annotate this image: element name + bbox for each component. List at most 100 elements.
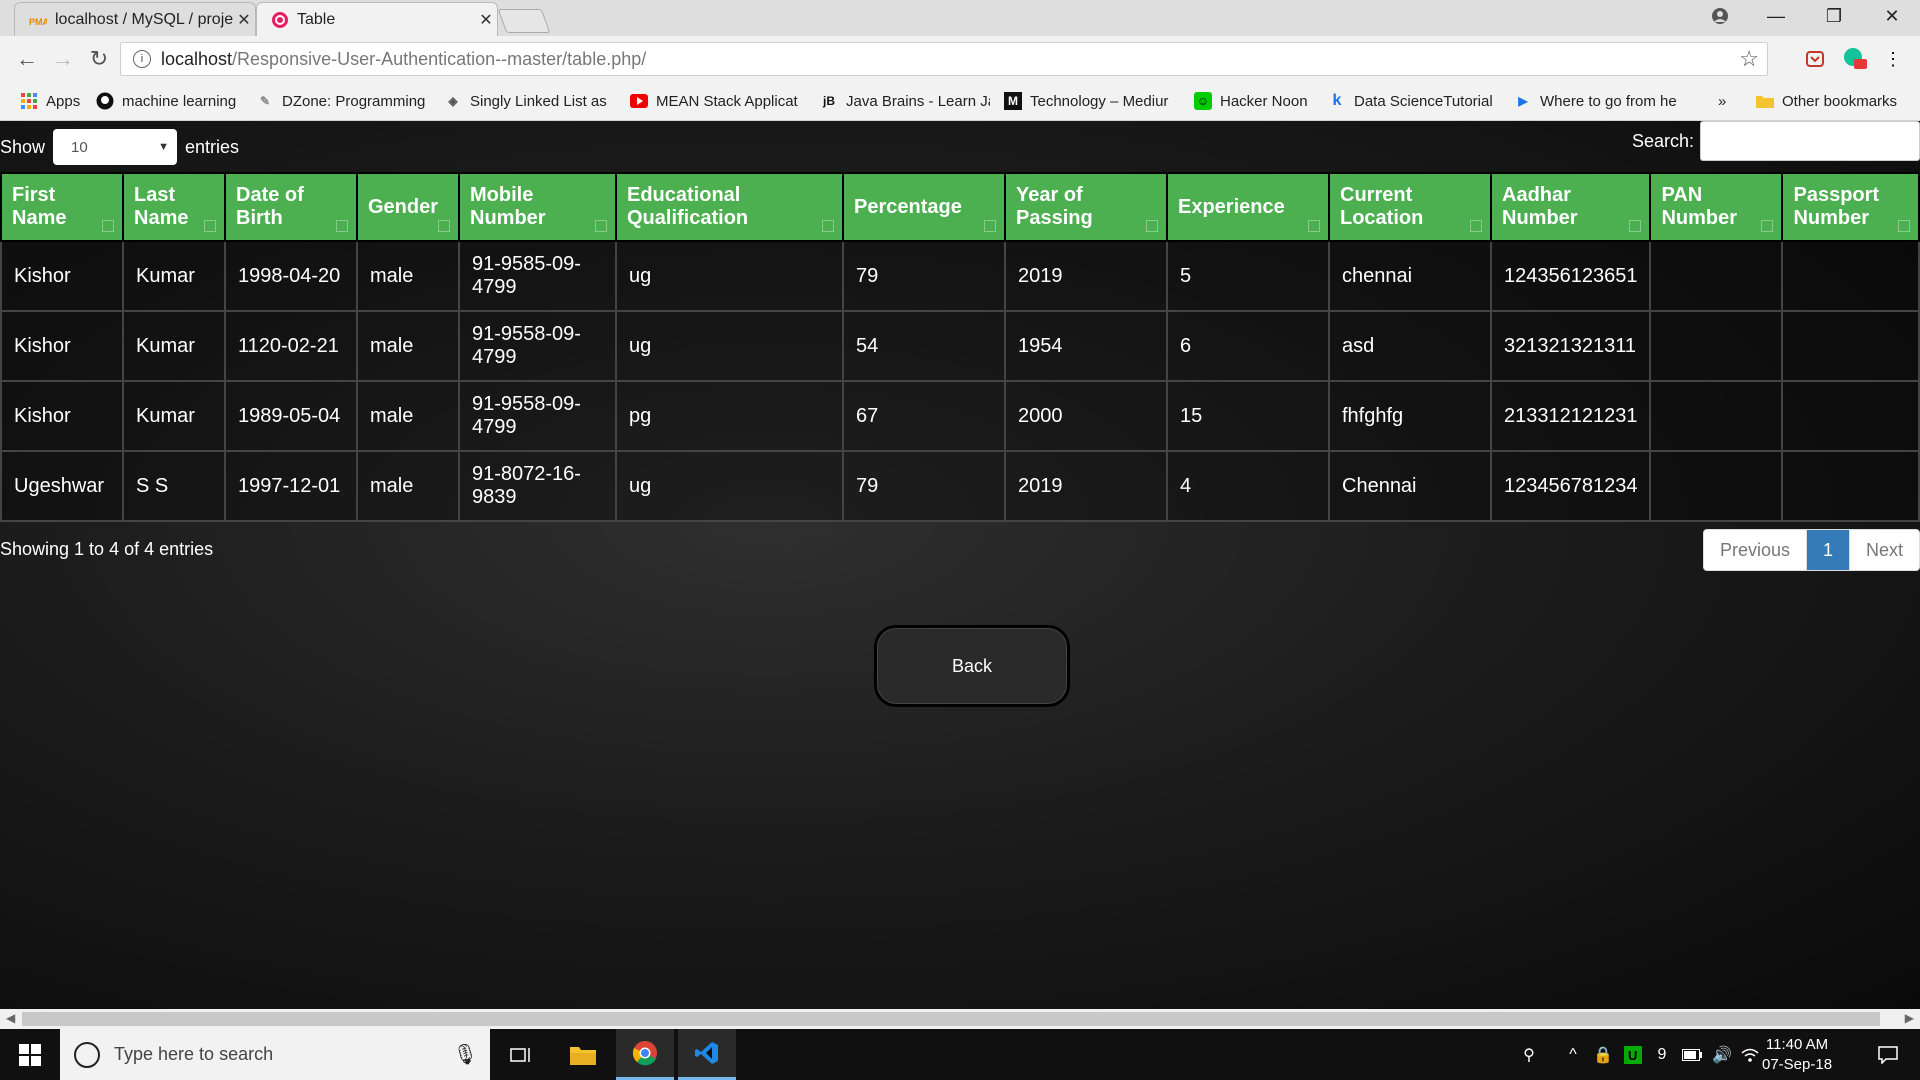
column-header[interactable]: First Name	[0, 172, 124, 242]
info-icon[interactable]: i	[133, 50, 151, 68]
column-header[interactable]: Aadhar Number	[1489, 172, 1652, 242]
column-header[interactable]: Last Name	[122, 172, 226, 242]
chrome-icon[interactable]	[616, 1029, 674, 1080]
table-cell: 4	[1166, 450, 1330, 522]
upwork-icon[interactable]: U	[1620, 1029, 1646, 1080]
table-cell: 15	[1166, 380, 1330, 452]
column-header[interactable]: Mobile Number	[458, 172, 617, 242]
bookmark-mean-stack[interactable]: MEAN Stack Applicat	[630, 90, 804, 112]
jb-icon: jB	[823, 94, 835, 108]
grammarly-extension-icon[interactable]	[1842, 46, 1868, 72]
bookmark-other[interactable]: Other bookmarks	[1756, 90, 1916, 112]
column-header[interactable]: Experience	[1166, 172, 1330, 242]
bookmark-dzone[interactable]: ✎ DZone: Programming	[256, 90, 430, 112]
vscode-icon[interactable]	[678, 1029, 736, 1080]
table-cell: 67	[842, 380, 1006, 452]
notifications-icon[interactable]	[1864, 1029, 1912, 1080]
browser-toolbar: ← → ↻ i localhost/Responsive-User-Authen…	[0, 36, 1920, 82]
table-cell: 213312121231	[1489, 380, 1652, 452]
bookmark-machine-learning[interactable]: machine learning	[96, 90, 248, 112]
microphone-icon[interactable]: 🎙	[453, 1042, 478, 1067]
table-cell	[1781, 310, 1920, 382]
restore-icon[interactable]: ❐	[1806, 0, 1862, 32]
volume-icon[interactable]: 🔊	[1708, 1029, 1736, 1080]
page-favicon-icon	[271, 11, 289, 29]
sort-icon	[336, 220, 348, 232]
show-hidden-icons-icon[interactable]: ^	[1560, 1029, 1586, 1080]
horizontal-scrollbar[interactable]: ◀ ▶	[0, 1009, 1920, 1029]
forward-arrow-icon[interactable]: →	[48, 44, 78, 74]
file-explorer-icon[interactable]	[554, 1029, 612, 1080]
bookmark-medium[interactable]: M Technology – Mediur	[1004, 90, 1178, 112]
table-cell: asd	[1328, 310, 1492, 382]
back-arrow-icon[interactable]: ←	[12, 44, 42, 74]
kdnuggets-icon: k	[1332, 92, 1342, 109]
bookmark-singly-linked-list[interactable]: ◈ Singly Linked List as	[444, 90, 612, 112]
scrollbar-thumb[interactable]	[22, 1012, 1880, 1026]
table-cell: 1998-04-20	[224, 240, 358, 312]
table-cell: ug	[615, 450, 844, 522]
dropdown-arrow-icon: ▼	[158, 141, 170, 153]
table-cell: 91-9585-09-4799	[458, 240, 617, 312]
minimize-icon[interactable]: —	[1748, 0, 1804, 32]
sort-icon	[1308, 220, 1320, 232]
table-cell: 2000	[1004, 380, 1168, 452]
sort-icon	[595, 220, 607, 232]
column-header[interactable]: Passport Number	[1781, 172, 1920, 242]
bookmark-where-to-go[interactable]: ▶ Where to go from he	[1514, 90, 1684, 112]
lock-icon[interactable]: 🔒	[1590, 1029, 1616, 1080]
bookmarks-overflow-button[interactable]: »	[1718, 90, 1738, 112]
close-tab-icon[interactable]: ✕	[475, 10, 497, 30]
clock[interactable]: 11:40 AM 07-Sep-18	[1762, 1035, 1832, 1075]
bookmark-data-science[interactable]: k Data ScienceTutorial	[1328, 90, 1500, 112]
github-icon	[96, 92, 114, 110]
table-cell: 1997-12-01	[224, 450, 358, 522]
search-input[interactable]	[1700, 121, 1920, 161]
profile-icon[interactable]	[1692, 0, 1748, 32]
tab-phpmyadmin[interactable]: PMA localhost / MySQL / proje ✕	[14, 2, 256, 37]
bookmark-java-brains[interactable]: jB Java Brains - Learn Ja	[820, 90, 990, 112]
column-header[interactable]: Year of Passing	[1004, 172, 1168, 242]
new-tab-button[interactable]	[497, 9, 551, 33]
table-cell: Kishor	[0, 240, 124, 312]
bookmark-hacker-noon[interactable]: ☺ Hacker Noon	[1194, 90, 1316, 112]
menu-kebab-icon[interactable]: ⋮	[1880, 46, 1906, 72]
next-button[interactable]: Next	[1850, 530, 1919, 570]
taskbar-search-placeholder: Type here to search	[114, 1044, 274, 1064]
close-window-icon[interactable]: ✕	[1864, 0, 1920, 32]
windows-taskbar: Type here to search 🎙 ⚲ ^ 🔒 U 9 🔊 11:40 …	[0, 1029, 1920, 1080]
people-icon[interactable]: ⚲	[1514, 1029, 1544, 1080]
wifi-icon[interactable]	[1738, 1029, 1762, 1080]
table-cell: pg	[615, 380, 844, 452]
column-header[interactable]: PAN Number	[1649, 172, 1784, 242]
table-cell: Kishor	[0, 380, 124, 452]
scroll-left-icon[interactable]: ◀	[6, 1011, 15, 1025]
windows-start-icon[interactable]	[0, 1029, 60, 1080]
task-view-icon[interactable]	[492, 1029, 550, 1080]
column-header[interactable]: Gender	[356, 172, 460, 242]
tab-table[interactable]: Table ✕	[256, 2, 498, 37]
bookmark-star-icon[interactable]: ☆	[1739, 46, 1759, 72]
taskbar-search[interactable]: Type here to search 🎙	[60, 1029, 490, 1080]
page-1-button[interactable]: 1	[1806, 530, 1850, 570]
pocket-extension-icon[interactable]	[1802, 46, 1828, 72]
sort-icon	[1898, 220, 1910, 232]
column-header[interactable]: Date of Birth	[224, 172, 358, 242]
address-bar[interactable]: i localhost/Responsive-User-Authenticati…	[120, 42, 1768, 76]
back-button[interactable]: Back	[874, 625, 1070, 707]
column-header[interactable]: Current Location	[1328, 172, 1492, 242]
column-header[interactable]: Educational Qualification	[615, 172, 844, 242]
battery-icon[interactable]	[1678, 1029, 1706, 1080]
sort-icon	[438, 220, 450, 232]
previous-button[interactable]: Previous	[1704, 530, 1807, 570]
table-cell	[1781, 450, 1920, 522]
column-header[interactable]: Percentage	[842, 172, 1006, 242]
entries-select[interactable]: 10 ▼	[53, 129, 178, 165]
table-row: Kishor Kumar 1120-02-21 male 91-9558-09-…	[0, 310, 1920, 382]
close-tab-icon[interactable]: ✕	[233, 10, 255, 30]
reload-icon[interactable]: ↻	[84, 44, 114, 74]
bookmark-apps[interactable]: Apps	[20, 90, 86, 112]
scroll-right-icon[interactable]: ▶	[1905, 1011, 1914, 1025]
tray-badge[interactable]: 9	[1650, 1029, 1674, 1080]
svg-text:U: U	[1628, 1048, 1637, 1063]
